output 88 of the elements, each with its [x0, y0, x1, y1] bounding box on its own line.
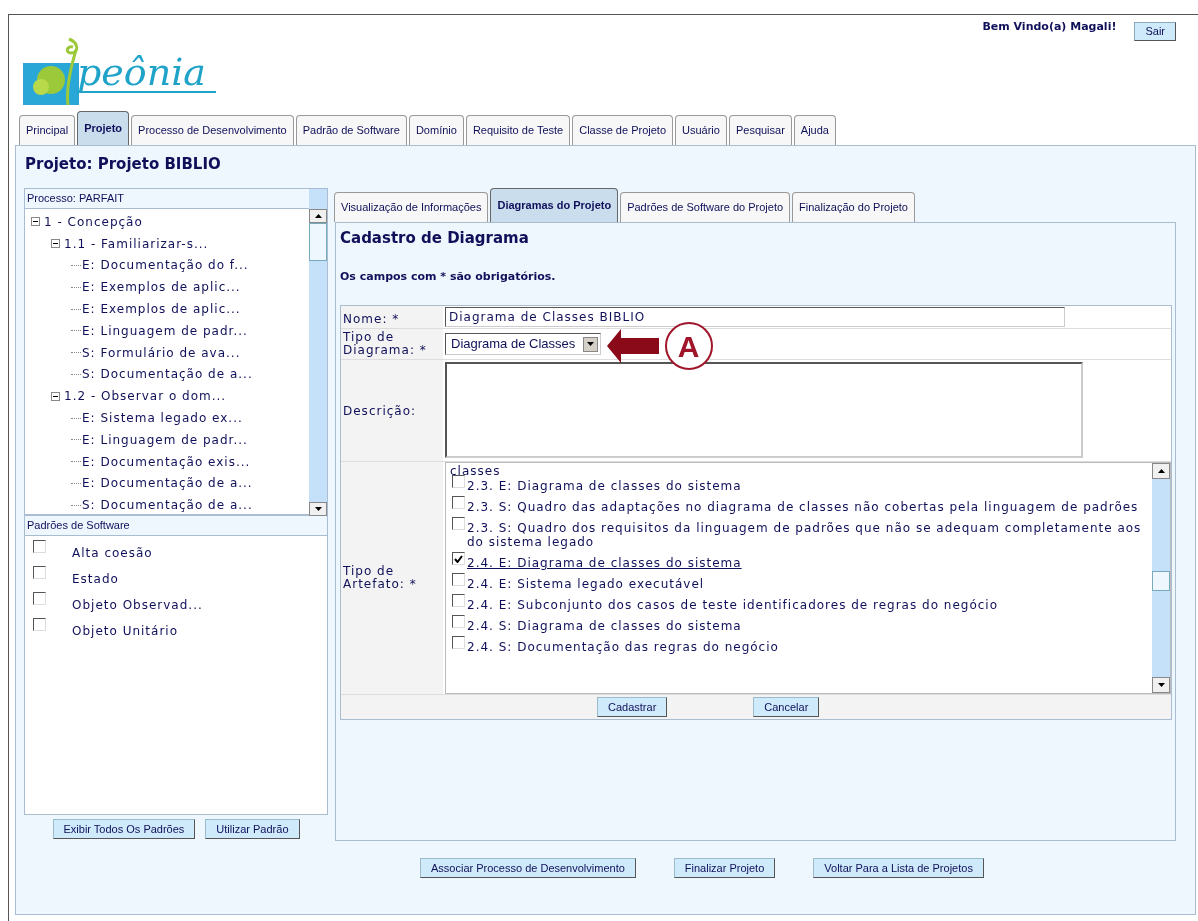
tree-item[interactable]: S: Documentação de a...: [82, 496, 253, 515]
welcome-text: Bem Vindo(a) Magali!: [982, 19, 1117, 35]
scrollbar[interactable]: [1152, 463, 1170, 693]
tab[interactable]: Padrão de Software: [295, 115, 407, 145]
scroll-up-icon[interactable]: [1157, 469, 1165, 473]
field-label: Tipo de Artefato: *: [341, 462, 443, 694]
tab[interactable]: Usuário: [675, 115, 727, 145]
tree-item[interactable]: E: Exemplos de aplic...: [82, 300, 241, 319]
description-textarea[interactable]: [445, 362, 1083, 458]
required-fields-note: Os campos com * são obrigatórios.: [340, 269, 557, 285]
scroll-up-icon[interactable]: [314, 214, 322, 218]
tab[interactable]: Finalização do Projeto: [792, 192, 915, 222]
tab[interactable]: Classe de Projeto: [572, 115, 673, 145]
logo-text: peônia: [77, 53, 216, 93]
checkbox[interactable]: [452, 517, 465, 530]
logout-button[interactable]: Sair: [1134, 22, 1176, 41]
page-title: Projeto: Projeto BIBLIO: [24, 154, 222, 175]
artifact-label[interactable]: 2.4. S: Documentação das regras do negócio: [467, 640, 779, 654]
tab[interactable]: Processo de Desenvolvimento: [131, 115, 294, 145]
tree-item[interactable]: 1.1 - Familiarizar-s...: [64, 234, 209, 253]
collapse-icon[interactable]: [51, 391, 60, 401]
collapse-icon[interactable]: [31, 217, 40, 227]
field-label: Descrição:: [341, 360, 443, 461]
tree-item[interactable]: S: Formulário de ava...: [82, 343, 241, 362]
pattern-label: Alta coesão: [72, 545, 153, 562]
artifact-label[interactable]: 2.4. E: Sistema legado executável: [467, 577, 705, 591]
tab[interactable]: Ajuda: [793, 115, 836, 145]
artifact-label[interactable]: 2.4. E: Diagrama de classes do sistema: [467, 556, 742, 570]
checkbox[interactable]: [452, 496, 465, 509]
artifact-label[interactable]: 2.4. S: Diagrama de classes do sistema: [467, 619, 742, 633]
checkbox[interactable]: [452, 615, 465, 628]
tree-item[interactable]: E: Documentação de a...: [82, 474, 253, 493]
collapse-icon[interactable]: [51, 239, 60, 249]
action-button[interactable]: Associar Processo de Desenvolvimento: [420, 858, 636, 878]
annotation-label: A: [665, 322, 713, 370]
panel-header: Processo: PARFAIT: [25, 189, 309, 209]
checkbox[interactable]: [33, 566, 46, 579]
scrollbar-thumb[interactable]: [1152, 571, 1170, 591]
tree-item[interactable]: E: Sistema legado ex...: [82, 409, 243, 428]
tree-item[interactable]: E: Documentação do f...: [82, 256, 249, 275]
tree-item[interactable]: E: Linguagem de padr...: [82, 430, 248, 449]
tree-item[interactable]: E: Documentação exis...: [82, 452, 251, 471]
checkbox[interactable]: [452, 636, 465, 649]
tree-item[interactable]: E: Exemplos de aplic...: [82, 278, 241, 297]
field-label: Tipo de Diagrama: *: [341, 329, 443, 359]
scrollbar-thumb[interactable]: [309, 223, 327, 261]
pattern-label: Estado: [72, 571, 119, 588]
scrollbar[interactable]: [309, 189, 327, 517]
form-button[interactable]: Cancelar: [753, 697, 820, 717]
artifact-label[interactable]: 2.3. S: Quadro das adaptações no diagrama de classes não cobertas pela linguagem de padrões: [467, 500, 1139, 514]
checkbox[interactable]: [452, 552, 465, 565]
action-button[interactable]: Finalizar Projeto: [673, 858, 776, 878]
checkbox[interactable]: [452, 475, 465, 488]
checkbox[interactable]: [452, 573, 465, 586]
tab[interactable]: Projeto: [77, 111, 130, 145]
tab[interactable]: Principal: [19, 115, 76, 145]
form-button[interactable]: Cadastrar: [597, 697, 668, 717]
diagram-type-dropdown[interactable]: Diagrama de Classes: [445, 333, 601, 355]
artifact-label: classes: [450, 463, 502, 478]
checkbox[interactable]: [33, 540, 46, 553]
scroll-down-icon[interactable]: [1157, 683, 1165, 687]
action-button[interactable]: Exibir Todos Os Padrões: [52, 819, 196, 839]
form-title: Cadastro de Diagrama: [340, 228, 530, 249]
pattern-label: Objeto Unitário: [72, 623, 179, 640]
scroll-down-icon[interactable]: [314, 507, 322, 512]
action-button[interactable]: Utilizar Padrão: [205, 819, 300, 839]
tab[interactable]: Requisito de Teste: [465, 115, 571, 145]
artifact-label[interactable]: 2.3. S: Quadro dos requisitos da linguagem de padrões que não se adequam completamente aos do sistema legado: [467, 521, 1152, 549]
tab[interactable]: Pesquisar: [728, 115, 792, 145]
name-input[interactable]: Diagrama de Classes BIBLIO: [445, 307, 1065, 327]
field-label: Nome: *: [341, 306, 443, 328]
checkbox[interactable]: [452, 594, 465, 607]
tab[interactable]: Domínio: [408, 115, 464, 145]
panel-header: Padrões de Software: [25, 516, 327, 536]
tree-item[interactable]: E: Linguagem de padr...: [82, 321, 248, 340]
artifact-label[interactable]: 2.3. E: Diagrama de classes do sistema: [467, 479, 742, 493]
checkbox[interactable]: [33, 618, 46, 631]
left-arrow-icon: [607, 329, 659, 363]
tab[interactable]: Diagramas do Projeto: [490, 188, 619, 222]
pattern-label: Objeto Observad...: [72, 597, 203, 614]
action-button[interactable]: Voltar Para a Lista de Projetos: [813, 858, 984, 878]
tab[interactable]: Padrões de Software do Projeto: [620, 192, 791, 222]
tab[interactable]: Visualização de Informações: [334, 192, 489, 222]
tree-item[interactable]: S: Documentação de a...: [82, 365, 253, 384]
artifact-label[interactable]: 2.4. E: Subconjunto dos casos de teste identificadores de regras do negócio: [467, 598, 999, 612]
checkbox[interactable]: [33, 592, 46, 605]
tree-item[interactable]: 1 - Concepção: [44, 212, 143, 231]
tree-item[interactable]: 1.2 - Observar o dom...: [64, 387, 227, 406]
